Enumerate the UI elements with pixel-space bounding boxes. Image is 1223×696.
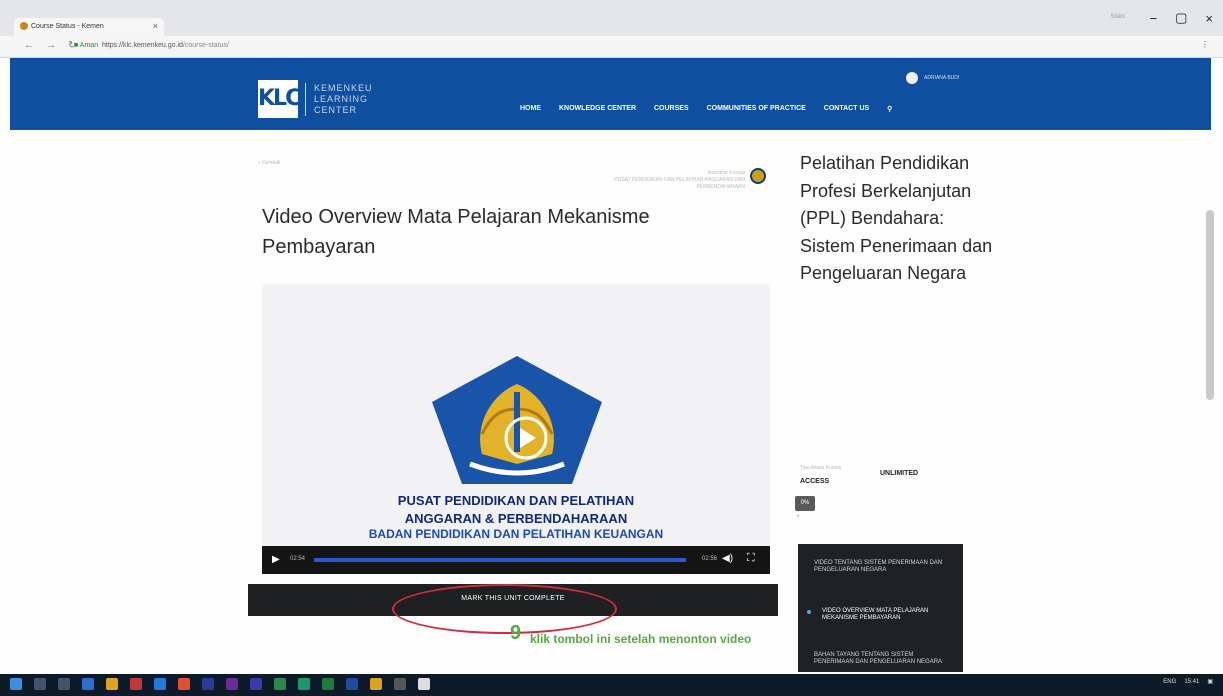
window-controls: − ▢ × [1150, 0, 1213, 36]
page-title: Video Overview Mata Pelajaran Mekanisme … [262, 206, 650, 258]
firefox-icon[interactable] [178, 678, 190, 690]
url-field[interactable]: ■ Aman https://klc.kemenkeu.go.id/course… [74, 40, 1184, 54]
course-title[interactable]: Pelatihan Pendidikan Profesi Berkelanjut… [800, 150, 1000, 288]
video-caption-line-3: BADAN PENDIDIKAN DAN PELATIHAN KEUANGAN [368, 527, 664, 541]
instructor-emblem-icon [750, 168, 766, 184]
language-indicator[interactable]: ENG [1163, 679, 1176, 685]
close-window-icon[interactable]: × [1205, 11, 1213, 26]
chrome-icon[interactable] [370, 678, 382, 690]
time-total: 02:56 [702, 556, 718, 562]
access-label: Tipe Akses Kursus [800, 465, 842, 471]
excel-icon[interactable] [322, 678, 334, 690]
nav-home[interactable]: HOME [520, 105, 541, 113]
audition-icon[interactable] [250, 678, 262, 690]
search-taskbar-icon[interactable] [34, 678, 46, 690]
access-value: UNLIMITED [880, 470, 919, 477]
browser-tab-bar [0, 0, 1223, 36]
notification-icon[interactable]: ▣ [1207, 678, 1213, 685]
word-icon[interactable] [346, 678, 358, 690]
extensions-icon[interactable]: ⋮ [1201, 40, 1209, 49]
system-tray: ENG 15:41 ▣ [1163, 678, 1213, 686]
forward-arrow-icon[interactable]: → [46, 40, 56, 51]
logo-line-2: LEARNING [314, 94, 369, 104]
time-elapsed: 02:54 [290, 556, 306, 562]
taskbar-icons [10, 678, 430, 690]
annotation-circle [392, 584, 617, 634]
browser-nav-buttons: ← → ↻ [24, 40, 76, 51]
video-caption-line-2: ANGGARAN & PERBENDAHARAAN [404, 511, 628, 526]
secure-label: Aman [79, 42, 99, 49]
premiere-icon[interactable] [226, 678, 238, 690]
unit-item-1[interactable]: VIDEO TENTANG SISTEM PENERIMAAN DAN PENG… [814, 560, 954, 574]
instructor-info: Instruktur Kursus PUSAT PENDIDIKAN DAN P… [575, 170, 745, 191]
browser-tab[interactable]: Course Status - Kemen × [14, 18, 164, 36]
annotation-number: 9 [510, 622, 522, 644]
video-player[interactable]: PUSAT PENDIDIKAN DAN PELATIHAN ANGGARAN … [262, 284, 770, 574]
site-header [10, 58, 1211, 130]
edge-icon[interactable] [154, 678, 166, 690]
url-text: https://klc.kemenkeu.go.id [101, 42, 183, 49]
video-progress-bar[interactable] [314, 558, 686, 562]
back-arrow-icon[interactable]: ← [24, 40, 34, 51]
store-icon[interactable] [130, 678, 142, 690]
logo-text: KEMENKEU LEARNING CENTER [305, 83, 373, 116]
avatar [906, 72, 918, 84]
url-path: /course-status/ [182, 42, 229, 49]
nav-courses[interactable]: COURSES [654, 105, 689, 113]
klc-favicon-icon [20, 22, 28, 30]
volume-icon[interactable]: ◀) [722, 553, 733, 564]
video-caption-main: PUSAT PENDIDIKAN DAN PELATIHAN ANGGARAN … [262, 492, 770, 528]
progress-badge: 0% [795, 496, 815, 511]
nav-communities-of-practice[interactable]: COMMUNITIES OF PRACTICE [707, 105, 806, 113]
photoshop-icon[interactable] [202, 678, 214, 690]
kemenkeu-emblem-icon [432, 356, 602, 484]
main-nav: HOME KNOWLEDGE CENTER COURSES COMMUNITIE… [520, 105, 892, 113]
video-caption-line-1: PUSAT PENDIDIKAN DAN PELATIHAN [397, 493, 635, 508]
logo-line-1: KEMENKEU [314, 83, 373, 93]
window-user-label: Sisko [1110, 14, 1125, 20]
current-unit-bullet-icon [807, 610, 811, 614]
app-icon-2[interactable] [274, 678, 286, 690]
video-controls: ▶ 02:54 02:56 ◀) ⛶ [262, 546, 770, 574]
access-value-2: ACCESS [800, 478, 830, 485]
task-view-icon[interactable] [58, 678, 70, 690]
user-name: ADRIANA BUDI [924, 75, 960, 81]
fullscreen-icon[interactable]: ⛶ [747, 552, 755, 565]
klc-logo[interactable]: KLC [258, 80, 301, 118]
page-scrollbar[interactable] [1206, 210, 1214, 400]
tab-close-icon[interactable]: × [153, 21, 158, 31]
start-icon[interactable] [10, 678, 22, 690]
unit-list-panel: VIDEO TENTANG SISTEM PENERIMAAN DAN PENG… [798, 544, 963, 672]
unit-item-2-current[interactable]: VIDEO OVERVIEW MATA PELAJARAN MEKANISME … [822, 608, 962, 622]
tab-title: Course Status - Kemen [31, 22, 104, 30]
nav-knowledge-center[interactable]: KNOWLEDGE CENTER [559, 105, 636, 113]
instructor-label: Instruktur Kursus [707, 170, 745, 176]
logo-line-3: CENTER [314, 105, 358, 115]
user-menu[interactable]: ADRIANA BUDI [906, 72, 959, 84]
play-icon[interactable]: ▶ [272, 554, 280, 565]
search-icon[interactable]: ⚲ [887, 105, 892, 113]
back-link[interactable]: « Kembali [258, 160, 280, 166]
progress-dot: • [797, 514, 800, 520]
minimize-icon[interactable]: − [1150, 11, 1158, 26]
lock-icon: ■ [74, 42, 79, 49]
instructor-name: PUSAT PENDIDIKAN DAN PELATIHAN ANGGARAN … [614, 177, 745, 190]
maximize-icon[interactable]: ▢ [1175, 10, 1187, 26]
app-icon-1[interactable] [82, 678, 94, 690]
photos-icon[interactable] [418, 678, 430, 690]
file-explorer-icon[interactable] [106, 678, 118, 690]
annotation-text: klik tombol ini setelah menonton video [530, 632, 752, 646]
nav-contact-us[interactable]: CONTACT US [824, 105, 869, 113]
app-icon-4[interactable] [394, 678, 406, 690]
unit-item-3[interactable]: BAHAN TAYANG TENTANG SISTEM PENERIMAAN D… [814, 652, 954, 666]
app-icon-3[interactable] [298, 678, 310, 690]
clock[interactable]: 15:41 [1184, 679, 1199, 685]
